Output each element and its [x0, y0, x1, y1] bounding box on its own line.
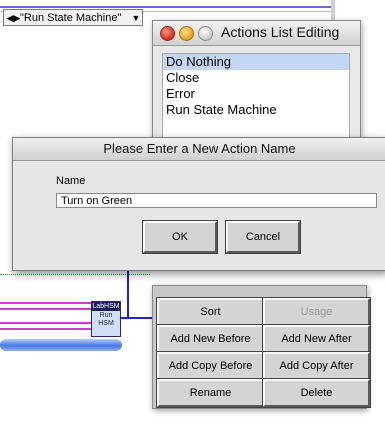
add-copy-before-button[interactable]: Add Copy Before: [157, 352, 264, 380]
run-hsm-vi-icon[interactable]: LabHSM Run HSM: [91, 301, 121, 337]
delete-button[interactable]: Delete: [263, 379, 370, 407]
add-new-before-button[interactable]: Add New Before: [157, 325, 264, 353]
diagram-wire-magenta: [0, 322, 92, 330]
diagram-wire: [0, 6, 335, 8]
minimize-icon[interactable]: [179, 26, 194, 41]
close-icon[interactable]: [160, 26, 175, 41]
diagram-wire-magenta: [0, 302, 92, 310]
rename-button[interactable]: Rename: [157, 379, 264, 407]
diagram-wire-blue: [119, 317, 153, 319]
sort-button[interactable]: Sort: [157, 298, 264, 326]
list-item[interactable]: Run State Machine: [163, 102, 349, 118]
diagram-wire-blue: [127, 268, 129, 318]
zoom-icon[interactable]: [198, 26, 213, 41]
dialog-title: Please Enter a New Action Name: [103, 141, 296, 156]
actions-window-titlebar[interactable]: Actions List Editing: [153, 21, 360, 46]
actions-window-title: Actions List Editing: [221, 24, 340, 40]
ok-button[interactable]: OK: [143, 221, 217, 253]
action-name-input[interactable]: [56, 193, 377, 208]
case-selector[interactable]: ◀ ▶ "Run State Machine" ▼: [3, 9, 143, 26]
case-dropdown-icon[interactable]: ▼: [131, 10, 141, 27]
diagram-cluster-wire: [0, 339, 122, 351]
add-copy-after-button[interactable]: Add Copy After: [263, 352, 370, 380]
actions-button-panel: Sort Usage Add New Before Add New After …: [152, 285, 370, 409]
list-item[interactable]: Do Nothing: [163, 54, 349, 70]
vi-icon-label: Run HSM: [98, 312, 114, 327]
add-new-after-button[interactable]: Add New After: [263, 325, 370, 353]
dialog-titlebar[interactable]: Please Enter a New Action Name: [13, 138, 385, 161]
cancel-button[interactable]: Cancel: [226, 221, 300, 253]
list-item[interactable]: Close: [163, 70, 349, 86]
case-selector-value: "Run State Machine": [20, 12, 122, 24]
vi-icon-header: LabHSM: [92, 302, 120, 311]
list-item[interactable]: Error: [163, 86, 349, 102]
name-label: Name: [56, 175, 86, 187]
new-action-name-dialog: Please Enter a New Action Name Name OK C…: [12, 137, 385, 271]
usage-button: Usage: [263, 298, 370, 326]
